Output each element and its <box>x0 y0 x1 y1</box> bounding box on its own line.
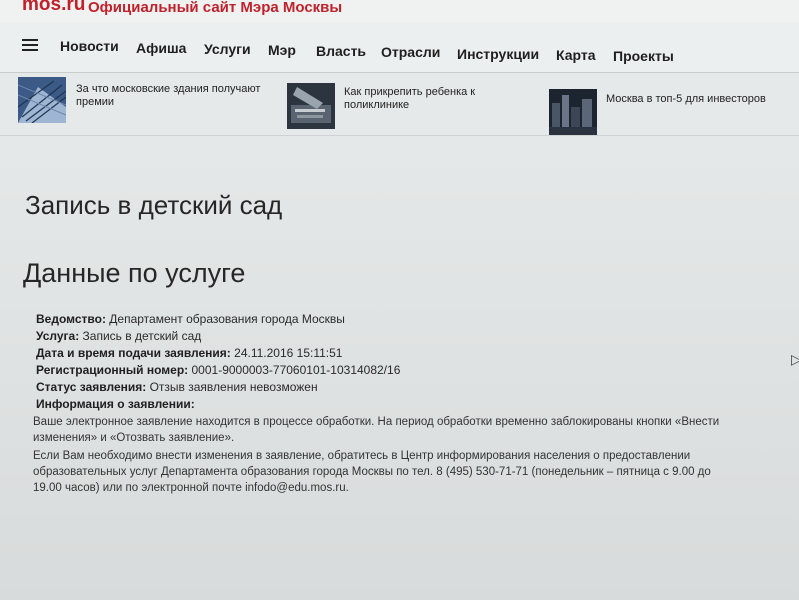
service-value: Запись в детский сад <box>82 329 202 343</box>
nav-item-news[interactable]: Новости <box>60 38 119 54</box>
news-image-building <box>18 77 66 123</box>
info-row: Информация о заявлении: <box>36 397 195 411</box>
nav-item-government[interactable]: Власть <box>316 43 366 59</box>
nav-item-industries[interactable]: Отрасли <box>381 44 440 60</box>
menu-icon[interactable] <box>22 39 38 51</box>
news-image-city <box>549 89 597 135</box>
nav-item-projects[interactable]: Проекты <box>613 48 674 64</box>
news-card[interactable]: Москва в топ-5 для инвесторов <box>549 89 789 137</box>
registration-row: Регистрационный номер: 0001-9000003-7706… <box>36 363 400 377</box>
site-title[interactable]: Официальный сайт Мэра Москвы <box>88 0 342 16</box>
department-value: Департамент образования города Москвы <box>109 312 345 326</box>
date-value: 24.11.2016 15:11:51 <box>234 346 343 360</box>
info-label: Информация о заявлении: <box>36 397 195 411</box>
main-nav: Новости Афиша Услуги Мэр Власть Отрасли … <box>0 22 799 73</box>
info-text-line: образовательных услуг Департамента образ… <box>33 466 711 478</box>
date-label: Дата и время подачи заявления: <box>36 346 231 360</box>
nav-item-map[interactable]: Карта <box>556 47 596 63</box>
page: mos.ru Официальный сайт Мэра Москвы Ново… <box>0 0 799 600</box>
page-title: Запись в детский сад <box>25 190 283 220</box>
news-strip: За что московские здания получают премии… <box>0 73 799 136</box>
status-label: Статус заявления: <box>36 380 147 394</box>
section-title: Данные по услуге <box>23 258 246 288</box>
registration-value: 0001-9000003-77060101-10314082/16 <box>191 363 401 377</box>
cursor-icon: ▷ <box>791 351 799 367</box>
news-title[interactable]: Как прикрепить ребенка к поликлинике <box>344 86 524 112</box>
nav-item-services[interactable]: Услуги <box>204 41 251 57</box>
news-image-clinic <box>287 83 335 129</box>
news-title[interactable]: За что московские здания получают премии <box>76 83 281 109</box>
nav-item-afisha[interactable]: Афиша <box>136 40 186 56</box>
status-value: Отзыв заявления невозможен <box>149 380 318 394</box>
department-row: Ведомство: Департамент образования город… <box>36 312 345 326</box>
top-bar: mos.ru Официальный сайт Мэра Москвы <box>0 0 799 22</box>
info-paragraph-2: Если Вам необходимо внести изменения в з… <box>33 448 763 496</box>
status-row: Статус заявления: Отзыв заявления невозм… <box>36 380 318 394</box>
info-text-line: 19.00 часов) или по электронной почте in… <box>33 482 349 494</box>
date-row: Дата и время подачи заявления: 24.11.201… <box>36 346 342 360</box>
news-title[interactable]: Москва в топ-5 для инвесторов <box>606 93 786 106</box>
service-row: Услуга: Запись в детский сад <box>36 329 201 343</box>
nav-item-instructions[interactable]: Инструкции <box>457 46 539 62</box>
service-label: Услуга: <box>36 329 80 343</box>
nav-item-mayor[interactable]: Мэр <box>268 42 296 58</box>
info-text-line: Ваше электронное заявление находится в п… <box>33 416 720 428</box>
info-paragraph-1: Ваше электронное заявление находится в п… <box>33 414 763 446</box>
registration-label: Регистрационный номер: <box>36 363 189 377</box>
info-text-line: изменения» и «Отозвать заявление». <box>33 432 235 444</box>
department-label: Ведомство: <box>36 312 106 326</box>
site-logo[interactable]: mos.ru <box>22 0 85 16</box>
news-card[interactable]: За что московские здания получают премии <box>18 77 278 127</box>
info-text-line: Если Вам необходимо внести изменения в з… <box>33 450 691 462</box>
news-card[interactable]: Как прикрепить ребенка к поликлинике <box>287 83 537 133</box>
